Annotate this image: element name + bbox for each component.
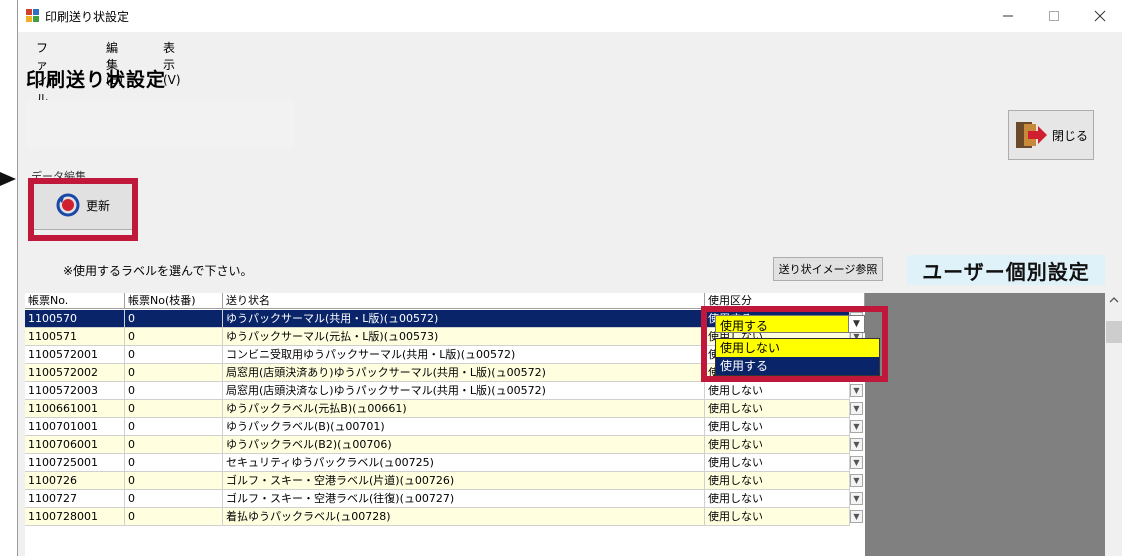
cell-use[interactable]: 使用しない	[705, 472, 850, 490]
window-title: 印刷送り状設定	[45, 10, 130, 24]
cell-use[interactable]: 使用しない	[705, 454, 850, 472]
cell-use[interactable]: 使用しない	[705, 490, 850, 508]
cell-sub: 0	[125, 400, 223, 418]
title-bar: 印刷送り状設定	[18, 0, 1122, 32]
col-header-name[interactable]: 送り状名	[223, 293, 705, 309]
chevron-down-icon[interactable]: ▼	[850, 420, 863, 433]
cell-no: 1100570	[25, 310, 125, 328]
cell-name: 局窓用(店頭決済なし)ゆうパックサーマル(共用・L版)(ュ00572)	[223, 382, 705, 400]
cell-no: 1100706001	[25, 436, 125, 454]
cell-name: 着払ゆうパックラベル(ュ00728)	[223, 508, 705, 526]
chevron-down-icon[interactable]: ▼	[850, 438, 863, 451]
cell-sub: 0	[125, 364, 223, 382]
cell-name: ゆうパックラベル(元払B)(ュ00661)	[223, 400, 705, 418]
info-panel	[26, 100, 294, 148]
refresh-highlight-box	[28, 178, 138, 241]
table-row[interactable]: 1100701001 0 ゆうパックラベル(B)(ュ00701) 使用しない ▼	[25, 418, 865, 436]
cell-name: 局窓用(店頭決済あり)ゆうパックサーマル(共用・L版)(ュ00572)	[223, 364, 705, 382]
cell-sub: 0	[125, 346, 223, 364]
cell-no: 1100572003	[25, 382, 125, 400]
cell-no: 1100572001	[25, 346, 125, 364]
cell-no: 1100572002	[25, 364, 125, 382]
cell-no: 1100727	[25, 490, 125, 508]
maximize-icon	[1049, 11, 1059, 21]
cell-name: コンビニ受取用ゆうパックサーマル(共用・L版)(ュ00572)	[223, 346, 705, 364]
table-row[interactable]: 1100572003 0 局窓用(店頭決済なし)ゆうパックサーマル(共用・L版)(ュ…	[25, 382, 865, 400]
table-row[interactable]: 1100725001 0 セキュリティゆうパックラベル(ュ00725) 使用しない ▼	[25, 454, 865, 472]
scroll-up-icon	[1109, 297, 1119, 303]
cell-sub: 0	[125, 328, 223, 346]
cell-no: 1100661001	[25, 400, 125, 418]
cell-sub: 0	[125, 472, 223, 490]
cell-name: セキュリティゆうパックラベル(ュ00725)	[223, 454, 705, 472]
table-row[interactable]: 1100661001 0 ゆうパックラベル(元払B)(ュ00661) 使用しない ▼	[25, 400, 865, 418]
cell-no: 1100725001	[25, 454, 125, 472]
cell-no: 1100701001	[25, 418, 125, 436]
cell-use[interactable]: 使用しない	[705, 418, 850, 436]
chevron-down-icon[interactable]: ▼	[850, 402, 863, 415]
cell-name: ゴルフ・スキー・空港ラベル(片道)(ュ00726)	[223, 472, 705, 490]
cell-use[interactable]: 使用しない	[705, 436, 850, 454]
exit-door-icon	[1015, 122, 1047, 148]
cell-name: ゴルフ・スキー・空港ラベル(往復)(ュ00727)	[223, 490, 705, 508]
close-button[interactable]: 閉じる	[1008, 110, 1094, 160]
minimize-button[interactable]	[985, 0, 1031, 32]
close-icon	[1094, 10, 1106, 22]
cell-sub: 0	[125, 508, 223, 526]
dropdown-highlight-box	[701, 306, 888, 382]
close-button-label: 閉じる	[1051, 128, 1088, 143]
cell-name: ゆうパックサーマル(共用・L版)(ュ00572)	[223, 310, 705, 328]
cell-use[interactable]: 使用しない	[705, 400, 850, 418]
close-window-button[interactable]	[1077, 0, 1122, 32]
cell-name: ゆうパックラベル(B2)(ュ00706)	[223, 436, 705, 454]
cell-name: ゆうパックラベル(B)(ュ00701)	[223, 418, 705, 436]
cell-no: 1100571	[25, 328, 125, 346]
chevron-down-icon[interactable]: ▼	[850, 492, 863, 505]
page-title: 印刷送り状設定	[26, 69, 167, 91]
table-row[interactable]: 1100726 0 ゴルフ・スキー・空港ラベル(片道)(ュ00726) 使用しない ▼	[25, 472, 865, 490]
cell-sub: 0	[125, 418, 223, 436]
cell-sub: 0	[125, 436, 223, 454]
chevron-down-icon[interactable]: ▼	[850, 456, 863, 469]
table-row[interactable]: 1100706001 0 ゆうパックラベル(B2)(ュ00706) 使用しない ▼	[25, 436, 865, 454]
cell-use[interactable]: 使用しない	[705, 508, 850, 526]
cell-no: 1100726	[25, 472, 125, 490]
maximize-button[interactable]	[1031, 0, 1077, 32]
cell-name: ゆうパックサーマル(元払・L版)(ュ00573)	[223, 328, 705, 346]
callout-arrow	[0, 172, 16, 186]
col-header-no[interactable]: 帳票No.	[25, 293, 125, 309]
app-icon	[26, 9, 39, 22]
scroll-thumb[interactable]	[1106, 321, 1122, 343]
instruction-note: ※使用するラベルを選んで下さい。	[63, 264, 253, 278]
minimize-icon	[1003, 15, 1013, 17]
label-preview-button[interactable]: 送り状イメージ参照	[773, 257, 883, 281]
cell-sub: 0	[125, 310, 223, 328]
chevron-down-icon[interactable]: ▼	[850, 474, 863, 487]
col-header-sub[interactable]: 帳票No(枝番)	[125, 293, 223, 309]
cell-sub: 0	[125, 454, 223, 472]
app-window: 印刷送り状設定 ファイル(F) 編集(E) 表示(V) 印刷送り状設定 閉じる …	[17, 0, 1122, 556]
table-row[interactable]: 1100728001 0 着払ゆうパックラベル(ュ00728) 使用しない ▼	[25, 508, 865, 526]
table-row[interactable]: 1100727 0 ゴルフ・スキー・空港ラベル(往復)(ュ00727) 使用しない ▼	[25, 490, 865, 508]
cell-no: 1100728001	[25, 508, 125, 526]
vertical-scrollbar[interactable]	[1105, 293, 1122, 556]
cell-sub: 0	[125, 490, 223, 508]
user-settings-label: ユーザー個別設定	[907, 255, 1105, 285]
chevron-down-icon[interactable]: ▼	[850, 510, 863, 523]
cell-use[interactable]: 使用しない	[705, 382, 850, 400]
chevron-down-icon[interactable]: ▼	[850, 384, 863, 397]
label-grid: 帳票No. 帳票No(枝番) 送り状名 使用区分 1100570 0 ゆうパックサー…	[25, 293, 1122, 556]
cell-sub: 0	[125, 382, 223, 400]
